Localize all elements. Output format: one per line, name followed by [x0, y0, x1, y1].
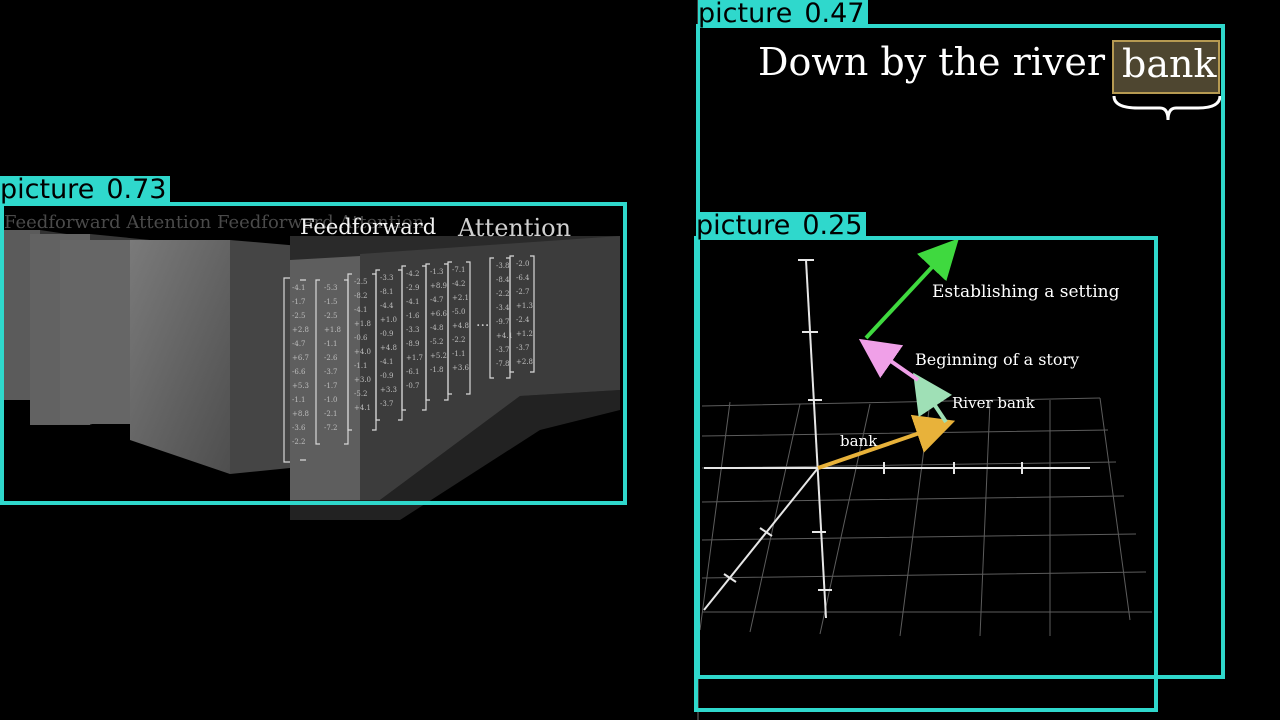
detection-label-3: picture 0.25 [696, 210, 867, 241]
detection-score: 0.73 [106, 174, 167, 205]
detection-label-text: picture [698, 0, 793, 29]
detection-box-3 [694, 236, 1158, 712]
detection-label-1: picture 0.73 [0, 174, 171, 205]
detection-label-text: picture [0, 174, 95, 205]
detection-label-2: picture 0.47 [698, 0, 869, 29]
detection-score: 0.47 [804, 0, 865, 29]
detection-label-text: picture [696, 210, 791, 241]
detection-score: 0.25 [802, 210, 863, 241]
detection-box-1 [0, 202, 627, 505]
